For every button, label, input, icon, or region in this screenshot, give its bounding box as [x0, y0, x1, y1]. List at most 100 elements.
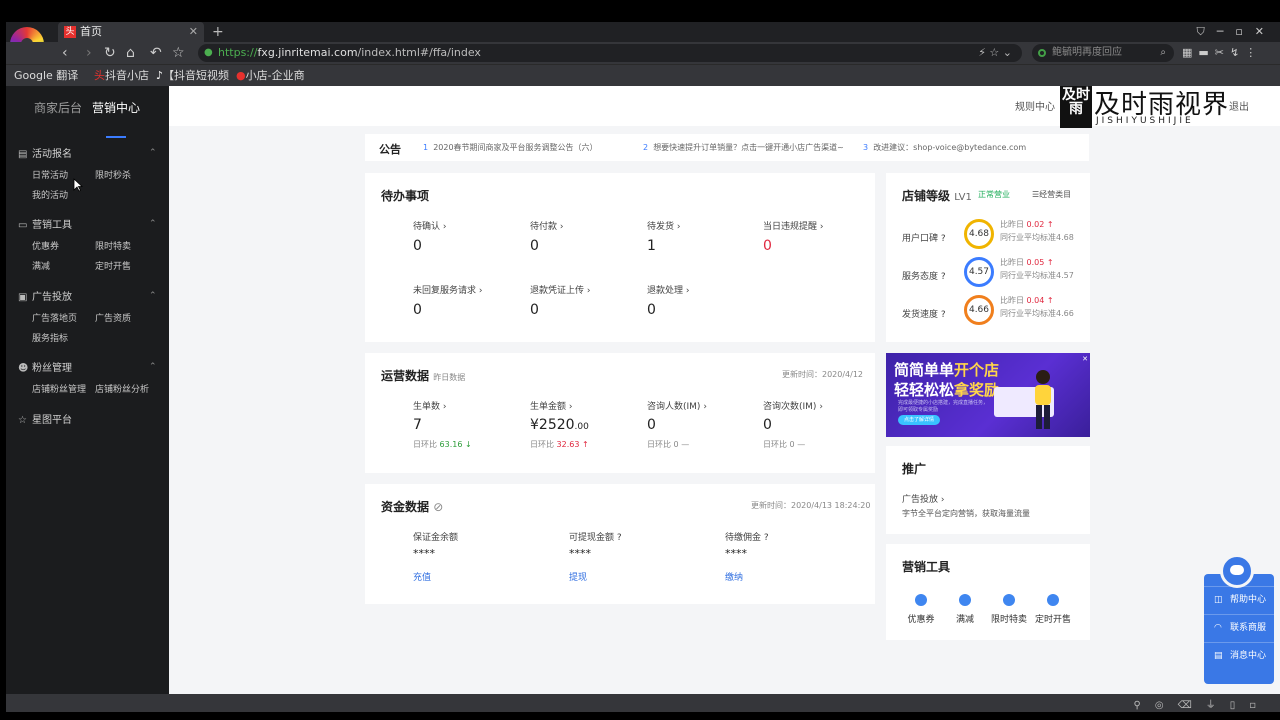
extensions-icons[interactable]: ▦▬✂↯⋮ [1182, 44, 1262, 62]
sidebar-item-daily-activity[interactable]: 日常活动 [32, 170, 68, 182]
sidebar-group-xingtu[interactable]: ☆ 星图平台 [18, 414, 72, 428]
todo-label-refund-proof[interactable]: 退款凭证上传 › [530, 283, 590, 296]
contact-service-button[interactable]: ◠ 联系商服 [1204, 614, 1274, 640]
help-icon[interactable]: ? [941, 272, 946, 282]
tool-discount[interactable]: 满减 [944, 594, 986, 625]
reload-icon[interactable]: ↻ [104, 44, 116, 62]
tool-limited-sale[interactable]: 限时特卖 [988, 594, 1030, 625]
close-banner-icon[interactable]: ✕ [1082, 355, 1088, 363]
pay-link[interactable]: 缴纳 [725, 570, 743, 583]
withdraw-link[interactable]: 提现 [569, 570, 587, 583]
category-link[interactable]: ☰经营类目 [1032, 189, 1071, 200]
help-icon[interactable]: ? [941, 310, 946, 320]
search-box[interactable]: 鲍毓明再度回应 ⌕ [1032, 44, 1174, 62]
bookmark-google-translate[interactable]: Google 翻译 [14, 65, 78, 87]
rating-diff: 比昨日 0.05 ↑ [1000, 258, 1054, 267]
notice-item-2[interactable]: 2 想要快速提升订单销量？点击一键开通小店广告渠道~ [643, 142, 844, 153]
todo-label-refund[interactable]: 退款处理 › [647, 283, 689, 296]
help-center-button[interactable]: ◫ 帮助中心 [1204, 586, 1274, 612]
sidebar-item-fans-analysis[interactable]: 店铺粉丝分析 [95, 384, 149, 396]
sidebar-item-flash-sale[interactable]: 限时秒杀 [95, 170, 131, 182]
ops-value-orders: 7 [413, 417, 422, 433]
sidebar-item-coupon[interactable]: 优惠券 [32, 241, 59, 253]
undo-icon[interactable]: ↶ [150, 44, 162, 62]
chevron-up-icon[interactable]: ⌃ [149, 291, 157, 301]
ops-value-consult-people: 0 [647, 417, 656, 433]
notice-item-3[interactable]: 3 改进建议：shop-voice@bytedance.com [863, 142, 1026, 153]
todo-label-to-ship[interactable]: 待发货 › [647, 219, 680, 232]
new-tab-icon[interactable]: + [212, 22, 224, 42]
ops-value-amount: ¥2520.00 [530, 417, 589, 433]
todo-value-to-pay: 0 [530, 238, 539, 254]
ops-label-consult-count[interactable]: 咨询次数(IM) › [763, 399, 823, 412]
rating-service: 服务态度 ? 4.57 比昨日 0.05 ↑ 同行业平均标准4.57 [886, 257, 1076, 299]
sidebar-item-my-activity[interactable]: 我的活动 [32, 190, 68, 202]
sidebar-group-ads[interactable]: ▣ 广告投放 [18, 291, 72, 305]
back-icon[interactable]: ‹ [62, 44, 68, 62]
promo-banner[interactable]: 简简单单开个店 轻轻松松拿奖励 完成最便捷的小店搭建，完成直播任务，即可领取专属… [886, 353, 1090, 437]
status-icons[interactable]: ⚲◎⌫⏚▯▫ [1134, 696, 1270, 711]
rating-score-ring: 4.57 [964, 257, 994, 287]
todo-label-to-pay[interactable]: 待付款 › [530, 219, 563, 232]
todo-label-unreplied[interactable]: 未回复服务请求 › [413, 283, 482, 296]
funds-value-deposit: **** [413, 547, 435, 560]
sidebar-item-limited-sale[interactable]: 限时特卖 [95, 241, 131, 253]
favorite-star-icon[interactable]: ☆ [172, 44, 185, 62]
funds-card: 资金数据 ⊘ 更新时间：2020/4/13 18:24:20 保证金余额 ***… [365, 484, 875, 604]
sidebar-group-label: 星图平台 [32, 415, 72, 426]
book-icon: ◫ [1214, 595, 1223, 605]
close-tab-icon[interactable]: ✕ [189, 22, 198, 42]
sidebar-item-fans-manage[interactable]: 店铺粉丝管理 [32, 384, 86, 396]
recharge-link[interactable]: 充值 [413, 570, 431, 583]
bookmark-douyin-shop[interactable]: 头抖音小店 [94, 65, 149, 87]
eye-hidden-icon[interactable]: ⊘ [433, 500, 443, 514]
tab-merchant-backend[interactable]: 商家后台 [34, 98, 82, 118]
chevron-up-icon[interactable]: ⌃ [149, 148, 157, 158]
sidebar-item-service-metrics[interactable]: 服务指标 [32, 333, 68, 345]
window-controls[interactable]: ⛉─▫✕ [1196, 22, 1276, 42]
chevron-up-icon[interactable]: ⌃ [149, 362, 157, 372]
message-center-button[interactable]: ▤ 消息中心 [1204, 642, 1274, 668]
browser-tab-bar: 头 首页 ✕ + ⛉─▫✕ [6, 22, 1280, 42]
sidebar-item-ad-landing[interactable]: 广告落地页 [32, 313, 77, 325]
rules-center-link[interactable]: 规则中心 [1015, 98, 1055, 113]
sidebar-group-activity[interactable]: ▤ 活动报名 [18, 148, 72, 162]
notice-item-1[interactable]: 1 2020春节期间商家及平台服务调整公告（六） [423, 142, 598, 153]
banner-button[interactable]: 点击了解详情 [898, 415, 941, 425]
help-icon[interactable]: ? [764, 533, 769, 543]
help-icon[interactable]: ? [941, 234, 946, 244]
forward-icon[interactable]: › [86, 44, 92, 62]
funds-value-withdrawable: **** [569, 547, 591, 560]
todo-label-to-confirm[interactable]: 待确认 › [413, 219, 446, 232]
tab-favicon: 头 [64, 26, 76, 38]
promotion-desc: 字节全平台定向营销，获取海量流量 [902, 509, 1030, 518]
toolbox-icon: ▭ [18, 220, 28, 231]
tab-marketing-center[interactable]: 营销中心 [92, 98, 140, 118]
search-icon[interactable]: ⌕ [1160, 44, 1166, 62]
home-icon[interactable]: ⌂ [126, 44, 135, 62]
ops-label-orders[interactable]: 生单数 › [413, 399, 446, 412]
help-icon[interactable]: ? [617, 533, 622, 543]
ops-label-consult-people[interactable]: 咨询人数(IM) › [647, 399, 707, 412]
sidebar-item-ad-qualification[interactable]: 广告资质 [95, 313, 131, 325]
tool-scheduled-sale[interactable]: 定时开售 [1032, 594, 1074, 625]
ops-label-amount[interactable]: 生单金额 › [530, 399, 572, 412]
ad-placement-link[interactable]: 广告投放 › [902, 492, 944, 505]
sidebar-item-scheduled-sale[interactable]: 定时开售 [95, 261, 131, 273]
bookmark-douyin-video[interactable]: ♪【抖音短视频 [156, 65, 229, 87]
todo-label-violation[interactable]: 当日违规提醒 › [763, 219, 823, 232]
browser-tab-home[interactable]: 头 首页 ✕ [58, 22, 204, 42]
tool-coupon[interactable]: 优惠券 [900, 594, 942, 625]
bookmark-shop-enterprise[interactable]: ●小店-企业商 [236, 65, 305, 87]
address-actions-icon[interactable]: ⚡ ☆ ⌄ [978, 44, 1012, 62]
sidebar-group-fans[interactable]: ☻ 粉丝管理 [18, 362, 72, 376]
sidebar-item-discount[interactable]: 满减 [32, 261, 50, 273]
rating-score-ring: 4.66 [964, 295, 994, 325]
chevron-up-icon[interactable]: ⌃ [149, 219, 157, 229]
sidebar-group-marketing-tools[interactable]: ▭ 营销工具 [18, 219, 72, 233]
robot-assistant-icon[interactable] [1220, 554, 1254, 588]
address-bar[interactable]: ● https://fxg.jinritemai.com/index.html#… [198, 44, 1022, 62]
rating-industry: 同行业平均标准4.57 [1000, 271, 1074, 280]
search-engine-icon [1038, 49, 1046, 57]
notice-title: 公告 [379, 143, 401, 156]
